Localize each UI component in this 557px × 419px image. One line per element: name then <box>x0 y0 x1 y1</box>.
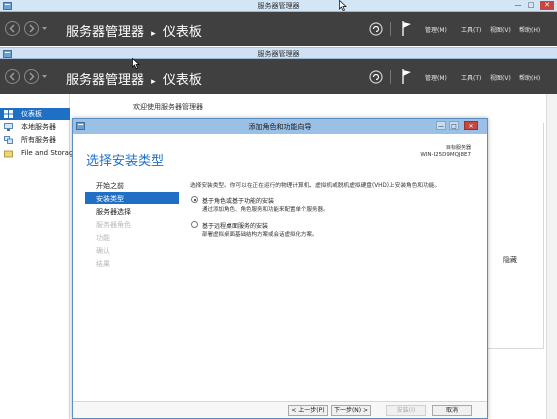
hide-link[interactable]: 隐藏 <box>503 255 517 265</box>
sidebar-item-local-server[interactable]: 本地服务器 <box>0 121 70 133</box>
file-storage-icon <box>4 150 13 158</box>
sidebar-item-label: 仪表板 <box>21 110 42 118</box>
menu-help[interactable]: 帮助(H) <box>519 25 540 34</box>
second-header-divider <box>390 70 391 84</box>
previous-button[interactable]: < 上一步(P) <box>288 405 328 416</box>
second-notifications-flag-icon[interactable] <box>402 69 412 84</box>
second-forward-arrow-icon <box>29 72 35 81</box>
second-window-titlebar[interactable]: 服务器管理器 <box>0 47 557 59</box>
second-breadcrumb-page[interactable]: 仪表板 <box>163 73 202 88</box>
step-label: 服务器角色 <box>96 221 131 229</box>
second-mouse-cursor-icon <box>132 58 140 69</box>
refresh-icon[interactable] <box>369 22 383 36</box>
second-refresh-icon[interactable] <box>369 70 383 84</box>
step-results: 结果 <box>85 257 179 269</box>
step-label: 结果 <box>96 260 110 268</box>
notifications-flag-icon[interactable] <box>402 21 412 36</box>
breadcrumb-separator: ▸ <box>151 29 156 39</box>
step-label: 安装类型 <box>96 195 124 203</box>
second-page-title: 服务器管理器 ▸ 仪表板 <box>66 69 202 88</box>
page-title: 服务器管理器 ▸ 仪表板 <box>66 21 202 40</box>
local-server-icon <box>4 123 13 131</box>
sidebar-item-dashboard[interactable]: 仪表板 <box>0 108 70 120</box>
menu-view[interactable]: 视图(V) <box>490 25 511 34</box>
step-before-you-begin[interactable]: 开始之前 <box>85 179 179 191</box>
second-menu-tools[interactable]: 工具(T) <box>461 73 481 82</box>
dashboard-panel <box>487 123 544 349</box>
mouse-cursor-icon <box>339 0 347 11</box>
maximize-button[interactable]: □ <box>526 1 536 10</box>
sidebar-item-label: 所有服务器 <box>21 136 56 144</box>
vertical-scrollbar[interactable] <box>546 94 557 419</box>
app-header: 服务器管理器 ▸ 仪表板 管理(M) 工具(T) 视图(V) 帮助(H) <box>0 12 557 46</box>
forward-arrow-icon <box>29 24 35 33</box>
back-button[interactable] <box>5 21 20 36</box>
forward-button[interactable] <box>24 21 39 36</box>
second-menu-view[interactable]: 视图(V) <box>490 73 511 82</box>
role-based-radio[interactable] <box>191 196 198 203</box>
second-menu-help[interactable]: 帮助(H) <box>519 73 540 82</box>
second-history-dropdown-icon[interactable] <box>42 74 47 79</box>
history-dropdown-icon[interactable] <box>42 26 47 31</box>
wizard-maximize-button[interactable]: □ <box>449 121 459 130</box>
window-titlebar[interactable]: 服务器管理器 — □ ✕ <box>0 0 557 12</box>
step-confirmation: 确认 <box>85 244 179 256</box>
step-server-roles: 服务器角色 <box>85 218 179 230</box>
option-description: 部署虚拟桌面基础结构方案或会话虚拟化方案。 <box>202 232 318 238</box>
sidebar: 仪表板 本地服务器 所有服务器 File and Storag <box>0 94 74 419</box>
next-button[interactable]: 下一步(N) > <box>331 405 371 416</box>
second-back-button[interactable] <box>5 69 20 84</box>
close-button[interactable]: ✕ <box>540 1 554 10</box>
destination-server-label: 目标服务器 <box>445 145 471 151</box>
wizard-minimize-button[interactable]: — <box>436 121 446 130</box>
sidebar-item-file-and-storage[interactable]: File and Storag <box>0 148 74 160</box>
window-title: 服务器管理器 <box>257 2 300 10</box>
destination-server-name: WIN-I25D9MQJ8E7 <box>420 152 471 158</box>
step-label: 功能 <box>96 234 110 242</box>
step-label: 确认 <box>96 247 110 255</box>
wizard-footer: < 上一步(P) 下一步(N) > 安装(I) 取消 <box>73 401 487 418</box>
step-installation-type[interactable]: 安装类型 <box>85 192 179 204</box>
option-title: 基于角色或基于功能的安装 <box>202 198 275 205</box>
sidebar-item-label: File and Storag <box>21 149 74 157</box>
sidebar-item-label: 本地服务器 <box>21 123 56 131</box>
app-title-text: 服务器管理器 <box>66 25 145 40</box>
second-menu-manage[interactable]: 管理(M) <box>425 73 447 82</box>
option-title: 基于远程桌面服务的安装 <box>202 223 269 230</box>
second-forward-button[interactable] <box>24 69 39 84</box>
wizard-page-heading: 选择安装类型 <box>86 154 165 169</box>
menu-manage[interactable]: 管理(M) <box>425 25 447 34</box>
minimize-button[interactable]: — <box>513 1 523 10</box>
remote-desktop-radio[interactable] <box>191 221 198 228</box>
second-app-title-text: 服务器管理器 <box>66 73 145 88</box>
install-button[interactable]: 安装(I) <box>386 405 426 416</box>
step-server-selection[interactable]: 服务器选择 <box>85 205 179 217</box>
cancel-button[interactable]: 取消 <box>432 405 472 416</box>
add-roles-wizard-dialog: 添加角色和功能向导 — □ ✕ 选择安装类型 目标服务器 WIN-I25D9MQ… <box>72 118 488 419</box>
installation-type-intro: 选择安装类型。你可以在正在运行的物理计算机、虚拟机或脱机虚拟硬盘(VHD)上安装… <box>190 183 441 189</box>
wizard-titlebar[interactable]: 添加角色和功能向导 — □ ✕ <box>73 119 487 134</box>
second-breadcrumb-separator: ▸ <box>151 77 156 87</box>
back-arrow-icon <box>9 24 15 33</box>
wizard-title: 添加角色和功能向导 <box>248 123 312 131</box>
welcome-heading: 欢迎使用服务器管理器 <box>133 103 203 111</box>
second-window-title: 服务器管理器 <box>257 50 300 58</box>
sidebar-item-all-servers[interactable]: 所有服务器 <box>0 134 70 146</box>
step-features: 功能 <box>85 231 179 243</box>
second-back-arrow-icon <box>9 72 15 81</box>
wizard-close-button[interactable]: ✕ <box>464 121 478 130</box>
header-divider <box>390 22 391 36</box>
menu-tools[interactable]: 工具(T) <box>461 25 481 34</box>
step-label: 服务器选择 <box>96 208 131 216</box>
second-app-header: 服务器管理器 ▸ 仪表板 管理(M) 工具(T) 视图(V) 帮助(H) <box>0 59 557 94</box>
breadcrumb-page[interactable]: 仪表板 <box>163 25 202 40</box>
step-label: 开始之前 <box>96 182 124 190</box>
dashboard-icon <box>4 110 13 118</box>
all-servers-icon <box>4 136 13 144</box>
option-description: 通过添加角色、角色服务和功能来配置单个服务器。 <box>202 207 329 213</box>
